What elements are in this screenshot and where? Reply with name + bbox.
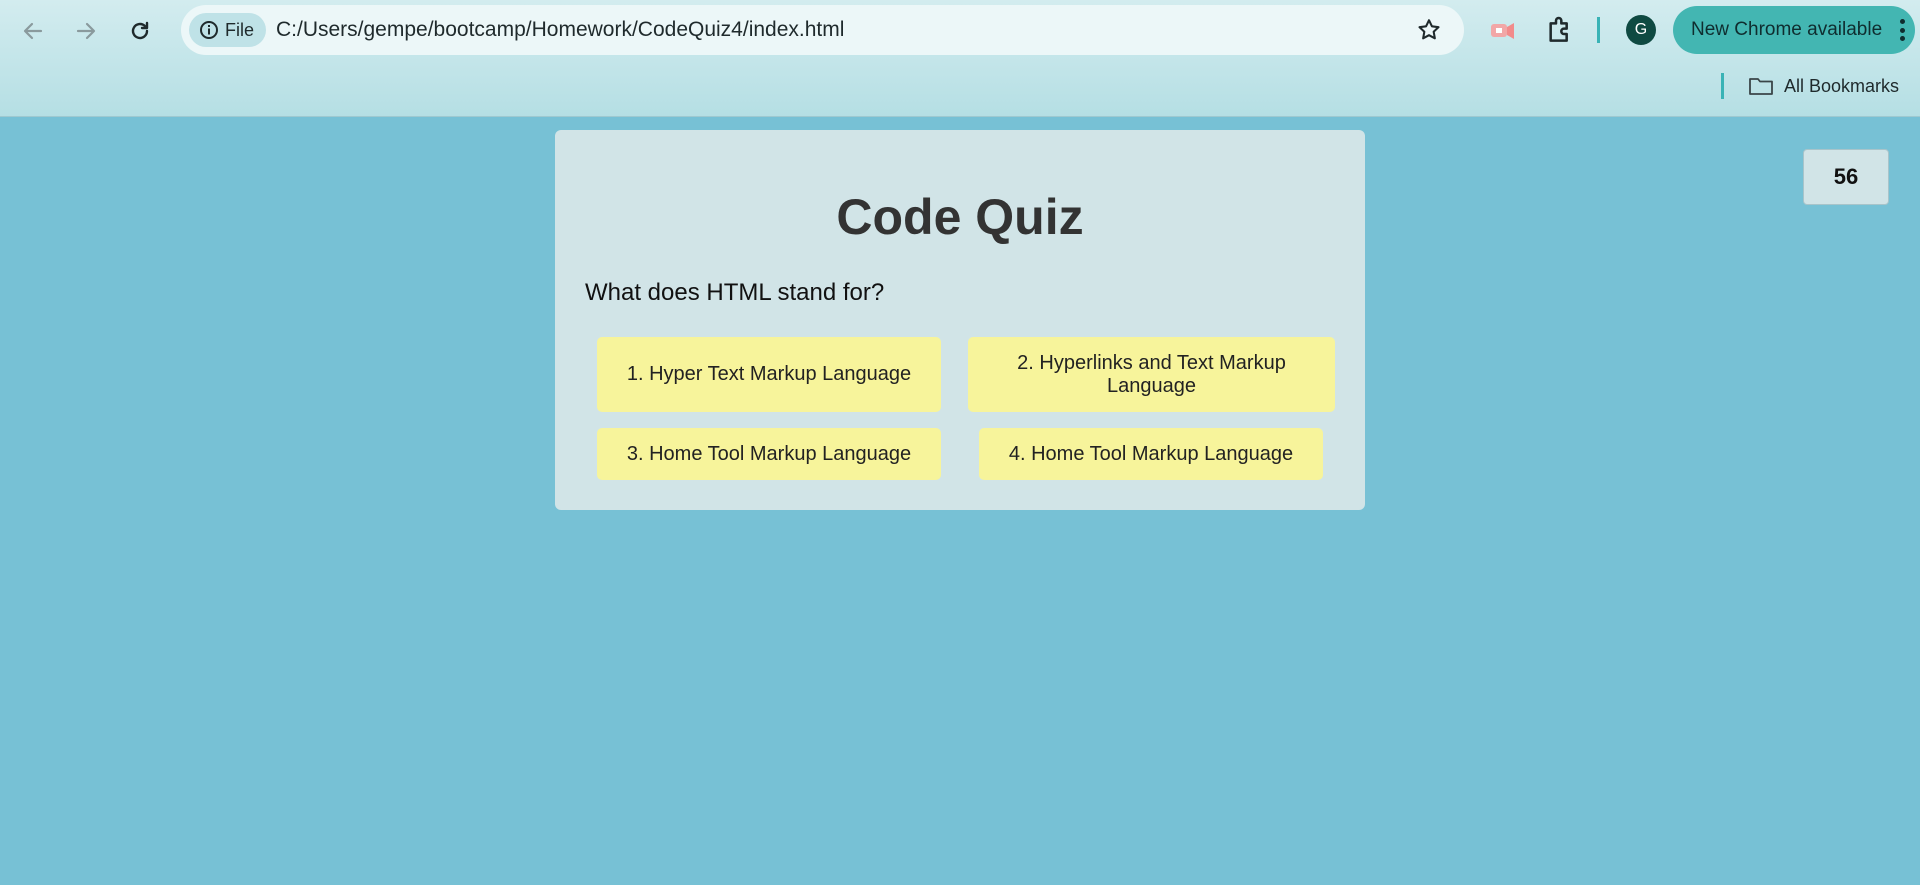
new-chrome-available-button[interactable]: New Chrome available bbox=[1673, 6, 1915, 54]
question-text: What does HTML stand for? bbox=[585, 279, 885, 306]
more-vert-icon[interactable] bbox=[1899, 19, 1905, 41]
browser-toolbar: File C:/Users/gempe/bootcamp/Homework/Co… bbox=[0, 0, 1920, 117]
window-edge bbox=[1920, 0, 1930, 885]
site-chip-label: File bbox=[225, 19, 255, 40]
back-arrow-icon bbox=[23, 22, 43, 40]
forward-button[interactable] bbox=[68, 13, 104, 49]
forward-arrow-icon bbox=[76, 22, 96, 40]
bookmark-star-button[interactable] bbox=[1416, 17, 1442, 43]
extensions-icon[interactable] bbox=[1544, 14, 1576, 46]
answer-button-1[interactable]: 1. Hyper Text Markup Language bbox=[597, 337, 941, 412]
toolbar-divider bbox=[1597, 17, 1600, 43]
reload-icon bbox=[131, 21, 149, 40]
address-bar[interactable]: File C:/Users/gempe/bootcamp/Homework/Co… bbox=[181, 5, 1464, 55]
profile-avatar[interactable]: G bbox=[1626, 15, 1656, 45]
answer-button-4[interactable]: 4. Home Tool Markup Language bbox=[979, 428, 1323, 480]
info-icon bbox=[200, 21, 218, 39]
all-bookmarks-button[interactable]: All Bookmarks bbox=[1748, 72, 1899, 100]
bookmarks-divider bbox=[1721, 73, 1724, 99]
reload-button[interactable] bbox=[122, 13, 158, 49]
all-bookmarks-label: All Bookmarks bbox=[1784, 75, 1900, 96]
cast-icon[interactable] bbox=[1488, 16, 1518, 46]
back-button[interactable] bbox=[15, 13, 51, 49]
site-info-chip[interactable]: File bbox=[189, 13, 266, 47]
star-icon bbox=[1418, 19, 1440, 40]
timer-display: 56 bbox=[1803, 149, 1889, 205]
quiz-title: Code Quiz bbox=[836, 189, 1084, 245]
answer-button-3[interactable]: 3. Home Tool Markup Language bbox=[597, 428, 941, 480]
url-text[interactable]: C:/Users/gempe/bootcamp/Homework/CodeQui… bbox=[276, 5, 844, 55]
folder-icon bbox=[1749, 78, 1773, 95]
update-button-label: New Chrome available bbox=[1691, 19, 1883, 40]
answer-button-2[interactable]: 2. Hyperlinks and Text Markup Language bbox=[968, 337, 1335, 412]
